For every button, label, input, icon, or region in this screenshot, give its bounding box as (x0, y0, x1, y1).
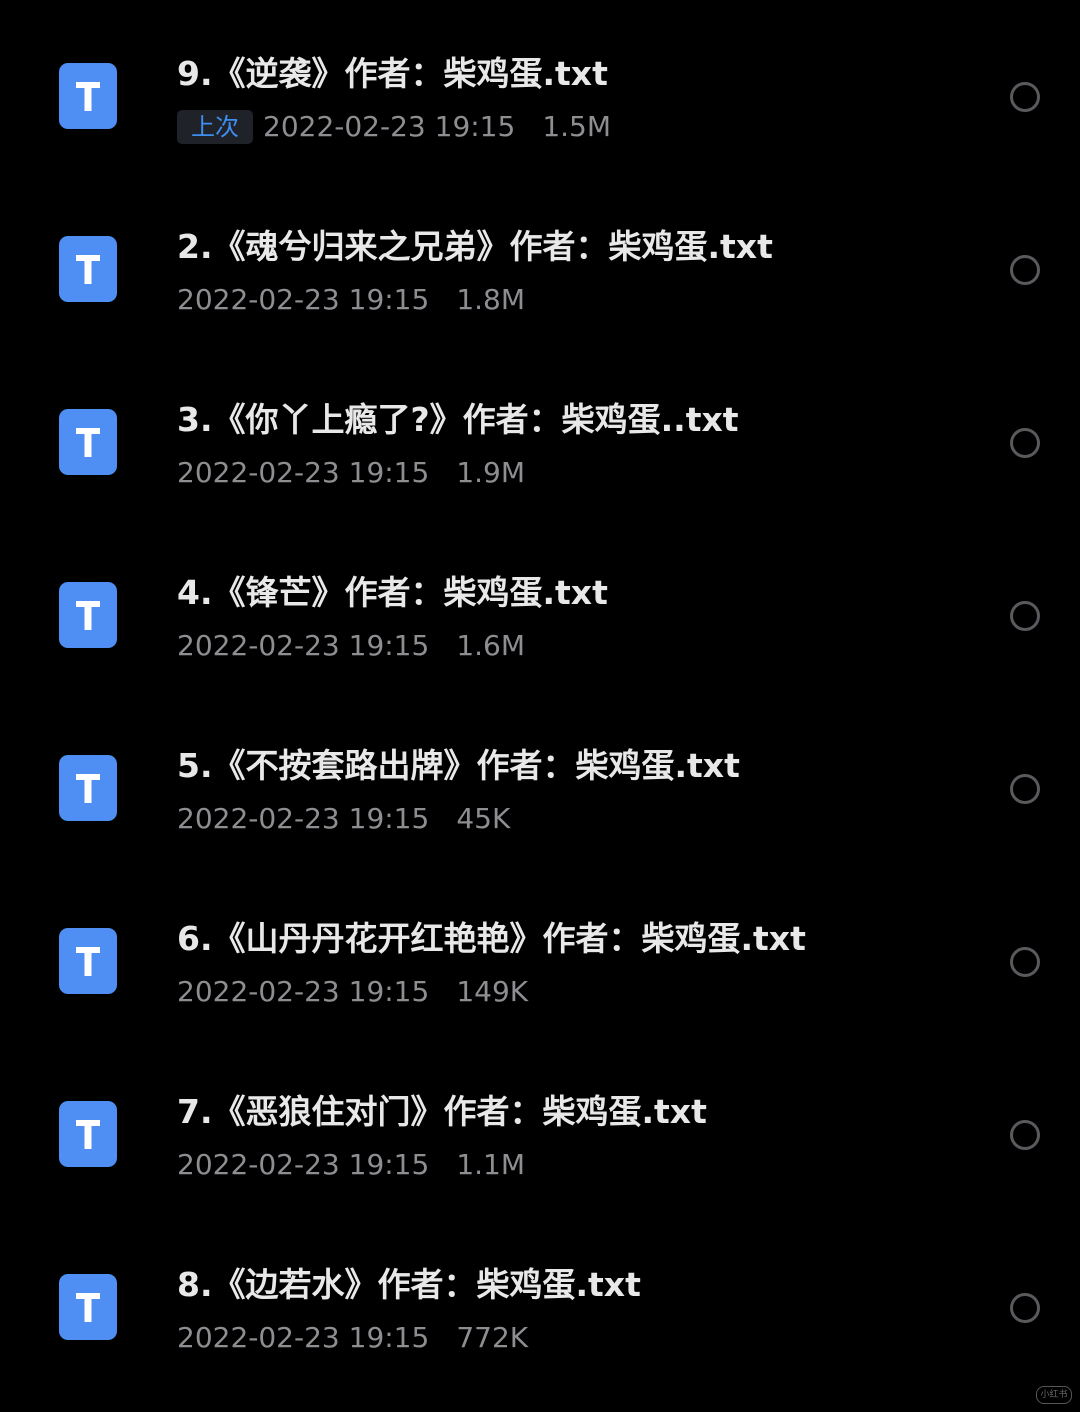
file-list: 9.《逆袭》作者：柴鸡蛋.txt 上次 2022-02-23 19:15 1.5… (0, 0, 1080, 1412)
file-row[interactable]: 6.《山丹丹花开红艳艳》作者：柴鸡蛋.txt 2022-02-23 19:15 … (0, 865, 1080, 1038)
file-name: 9.《逆袭》作者：柴鸡蛋.txt (177, 54, 608, 93)
file-meta: 2022-02-23 19:15 772K (177, 1320, 528, 1356)
file-size: 1.1M (456, 1148, 526, 1181)
file-date: 2022-02-23 19:15 (177, 802, 430, 835)
file-size: 1.6M (456, 629, 526, 662)
file-size: 1.5M (542, 110, 612, 143)
file-meta: 上次 2022-02-23 19:15 1.5M (177, 109, 611, 145)
txt-file-icon (59, 582, 117, 648)
file-row[interactable]: 3.《你丫上瘾了?》作者：柴鸡蛋..txt 2022-02-23 19:15 1… (0, 346, 1080, 519)
file-name: 5.《不按套路出牌》作者：柴鸡蛋.txt (177, 746, 740, 785)
file-name: 6.《山丹丹花开红艳艳》作者：柴鸡蛋.txt (177, 919, 806, 958)
file-date: 2022-02-23 19:15 (263, 110, 516, 143)
file-row[interactable]: 4.《锋芒》作者：柴鸡蛋.txt 2022-02-23 19:15 1.6M (0, 519, 1080, 692)
file-size: 1.8M (456, 283, 526, 316)
txt-file-icon (59, 236, 117, 302)
txt-file-icon (59, 409, 117, 475)
file-row[interactable]: 2.《魂兮归来之兄弟》作者：柴鸡蛋.txt 2022-02-23 19:15 1… (0, 173, 1080, 346)
file-name: 8.《边若水》作者：柴鸡蛋.txt (177, 1265, 641, 1304)
file-size: 45K (456, 802, 511, 835)
file-meta: 2022-02-23 19:15 1.6M (177, 628, 525, 664)
file-row[interactable]: 5.《不按套路出牌》作者：柴鸡蛋.txt 2022-02-23 19:15 45… (0, 692, 1080, 865)
file-size: 772K (456, 1321, 529, 1354)
file-name: 7.《恶狼住对门》作者：柴鸡蛋.txt (177, 1092, 707, 1131)
select-radio[interactable] (1010, 82, 1040, 112)
file-name: 3.《你丫上瘾了?》作者：柴鸡蛋..txt (177, 400, 739, 439)
file-meta: 2022-02-23 19:15 1.1M (177, 1147, 525, 1183)
file-meta: 2022-02-23 19:15 1.8M (177, 282, 525, 318)
file-name: 2.《魂兮归来之兄弟》作者：柴鸡蛋.txt (177, 227, 773, 266)
select-radio[interactable] (1010, 428, 1040, 458)
file-name: 4.《锋芒》作者：柴鸡蛋.txt (177, 573, 608, 612)
select-radio[interactable] (1010, 947, 1040, 977)
watermark-logo: 小红书 (1036, 1386, 1072, 1404)
file-date: 2022-02-23 19:15 (177, 456, 430, 489)
txt-file-icon (59, 1101, 117, 1167)
file-date: 2022-02-23 19:15 (177, 1321, 430, 1354)
select-radio[interactable] (1010, 1120, 1040, 1150)
select-radio[interactable] (1010, 1293, 1040, 1323)
last-opened-badge: 上次 (177, 110, 253, 144)
file-meta: 2022-02-23 19:15 45K (177, 801, 510, 837)
file-meta: 2022-02-23 19:15 149K (177, 974, 528, 1010)
file-date: 2022-02-23 19:15 (177, 283, 430, 316)
file-date: 2022-02-23 19:15 (177, 975, 430, 1008)
file-row[interactable]: 9.《逆袭》作者：柴鸡蛋.txt 上次 2022-02-23 19:15 1.5… (0, 0, 1080, 173)
file-meta: 2022-02-23 19:15 1.9M (177, 455, 525, 491)
txt-file-icon (59, 1274, 117, 1340)
file-row[interactable]: 7.《恶狼住对门》作者：柴鸡蛋.txt 2022-02-23 19:15 1.1… (0, 1038, 1080, 1211)
select-radio[interactable] (1010, 601, 1040, 631)
txt-file-icon (59, 63, 117, 129)
file-date: 2022-02-23 19:15 (177, 629, 430, 662)
file-size: 1.9M (456, 456, 526, 489)
select-radio[interactable] (1010, 774, 1040, 804)
file-row[interactable]: 8.《边若水》作者：柴鸡蛋.txt 2022-02-23 19:15 772K (0, 1211, 1080, 1384)
txt-file-icon (59, 755, 117, 821)
file-date: 2022-02-23 19:15 (177, 1148, 430, 1181)
select-radio[interactable] (1010, 255, 1040, 285)
file-size: 149K (456, 975, 529, 1008)
txt-file-icon (59, 928, 117, 994)
